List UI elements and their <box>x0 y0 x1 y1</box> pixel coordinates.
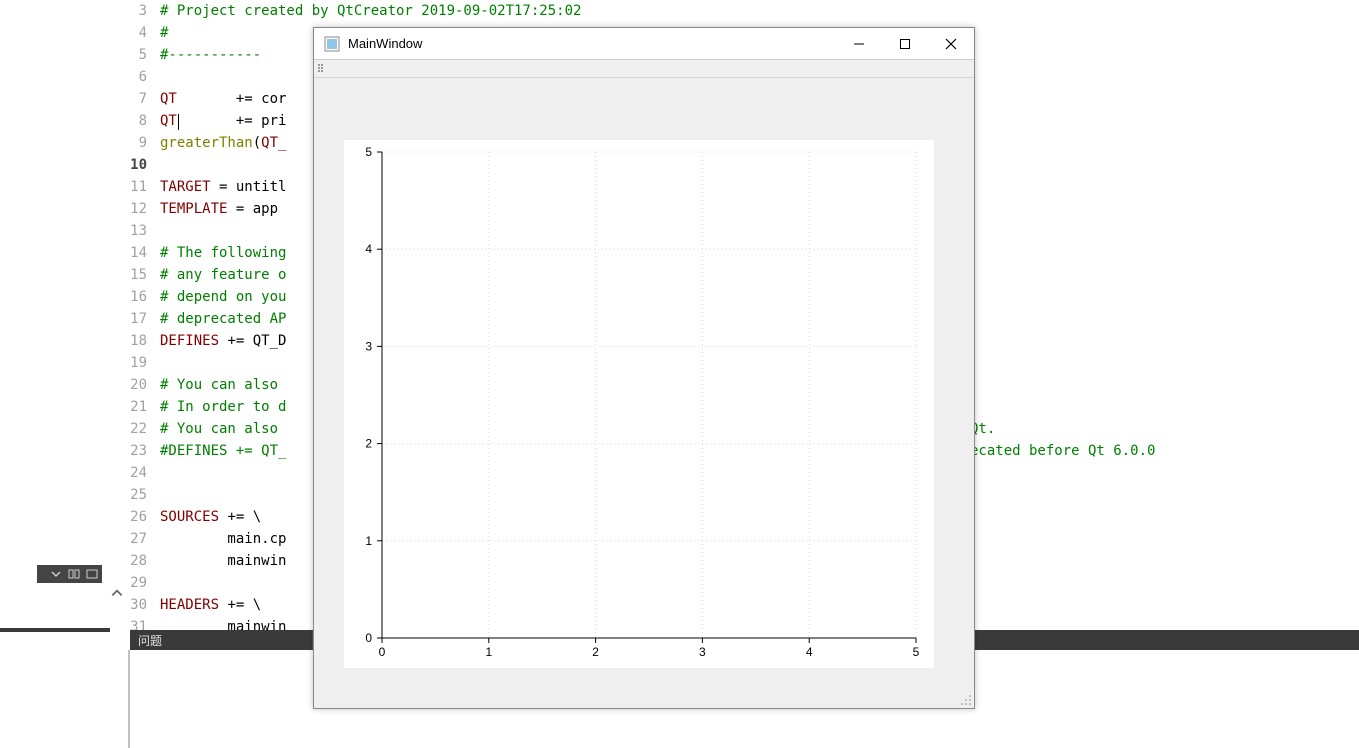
code-token: # depend on you <box>160 289 286 305</box>
x-tick-label: 5 <box>913 645 920 659</box>
maximize-button[interactable] <box>882 28 928 59</box>
code-token: # <box>160 25 168 41</box>
code-token: += QT_D <box>219 333 286 349</box>
code-token: # any feature o <box>160 267 286 283</box>
window-title: MainWindow <box>348 36 836 51</box>
y-tick-label: 1 <box>365 534 372 548</box>
line-number: 11 <box>100 176 147 198</box>
line-number: 6 <box>100 66 147 88</box>
close-split-icon[interactable] <box>86 568 98 580</box>
line-number: 3 <box>100 0 147 22</box>
code-token: TEMPLATE <box>160 201 227 217</box>
code-token: ( <box>253 135 261 151</box>
line-number: 10 <box>100 154 147 176</box>
app-icon <box>324 36 340 52</box>
toolbar-strip[interactable] <box>314 60 974 78</box>
y-tick-label: 0 <box>365 631 372 645</box>
line-number: 26 <box>100 506 147 528</box>
line-number: 18 <box>100 330 147 352</box>
line-number: 7 <box>100 88 147 110</box>
x-tick-label: 0 <box>379 645 386 659</box>
code-token: = app <box>227 201 278 217</box>
y-tick-label: 3 <box>365 339 372 353</box>
y-tick-label: 5 <box>365 145 372 159</box>
split-icon[interactable] <box>68 568 80 580</box>
code-token: #----------- <box>160 47 261 63</box>
window-client-area: 0 1 2 3 4 5 0 1 2 3 4 5 <box>314 78 974 708</box>
line-number: 4 <box>100 22 147 44</box>
code-token: # The following <box>160 245 286 261</box>
line-number: 15 <box>100 264 147 286</box>
code-token: HEADERS <box>160 597 219 613</box>
line-number: 28 <box>100 550 147 572</box>
code-token: ecated before Qt 6.0.0 <box>970 440 1155 462</box>
line-number: 19 <box>100 352 147 374</box>
line-number: 22 <box>100 418 147 440</box>
code-token: += pri <box>177 113 287 129</box>
toolbar-grip-icon[interactable] <box>318 64 325 74</box>
code-token: main.cp <box>160 531 286 547</box>
gutter: 3456789101112131415161718192021222324252… <box>100 0 155 638</box>
resize-grip-icon[interactable] <box>960 694 972 706</box>
code-token: greaterThan <box>160 135 253 151</box>
code-token: #DEFINES += QT_ <box>160 443 286 459</box>
line-number: 5 <box>100 44 147 66</box>
code-token: # You can also <box>160 421 286 437</box>
x-tick-label: 4 <box>806 645 813 659</box>
line-number: 8 <box>100 110 147 132</box>
close-button[interactable] <box>928 28 974 59</box>
code-token: # You can also <box>160 377 286 393</box>
x-tick-label: 1 <box>485 645 492 659</box>
line-number: 17 <box>100 308 147 330</box>
code-line[interactable]: # Project created by QtCreator 2019-09-0… <box>160 0 581 22</box>
qt-main-window[interactable]: MainWindow 0 1 2 3 4 5 0 1 2 3 4 5 <box>313 27 975 709</box>
y-tick-label: 2 <box>365 437 372 451</box>
dropdown-icon[interactable] <box>50 568 62 580</box>
y-tick-label: 4 <box>365 242 372 256</box>
x-tick-label: 3 <box>699 645 706 659</box>
line-number: 24 <box>100 462 147 484</box>
code-token: QT <box>160 91 177 107</box>
issues-panel-label: 问题 <box>138 632 162 649</box>
line-number: 25 <box>100 484 147 506</box>
vertical-rule <box>128 650 130 748</box>
code-token: += \ <box>219 509 261 525</box>
code-token: += \ <box>219 597 261 613</box>
code-token: mainwin <box>160 553 286 569</box>
text-cursor <box>178 114 179 130</box>
line-number: 16 <box>100 286 147 308</box>
x-tick-label: 2 <box>592 645 599 659</box>
code-token: # deprecated AP <box>160 311 286 327</box>
line-number: 20 <box>100 374 147 396</box>
line-number: 21 <box>100 396 147 418</box>
code-token: SOURCES <box>160 509 219 525</box>
editor-mini-toolbar[interactable] <box>37 565 102 583</box>
line-number: 27 <box>100 528 147 550</box>
code-token: QT <box>160 113 177 129</box>
line-number: 13 <box>100 220 147 242</box>
minimize-button[interactable] <box>836 28 882 59</box>
code-token: = untitl <box>211 179 287 195</box>
line-number: 9 <box>100 132 147 154</box>
code-token: QT_ <box>261 135 286 151</box>
line-number: 12 <box>100 198 147 220</box>
chart-plot[interactable]: 0 1 2 3 4 5 0 1 2 3 4 5 <box>344 140 934 668</box>
scroll-up-icon[interactable] <box>110 586 124 600</box>
code-token: += cor <box>177 91 287 107</box>
code-token: # In order to d <box>160 399 286 415</box>
line-number: 14 <box>100 242 147 264</box>
panel-edge <box>0 628 110 632</box>
titlebar[interactable]: MainWindow <box>314 28 974 60</box>
code-token: DEFINES <box>160 333 219 349</box>
code-token: # Project created by QtCreator 2019-09-0… <box>160 3 581 19</box>
code-token: TARGET <box>160 179 211 195</box>
line-number: 23 <box>100 440 147 462</box>
